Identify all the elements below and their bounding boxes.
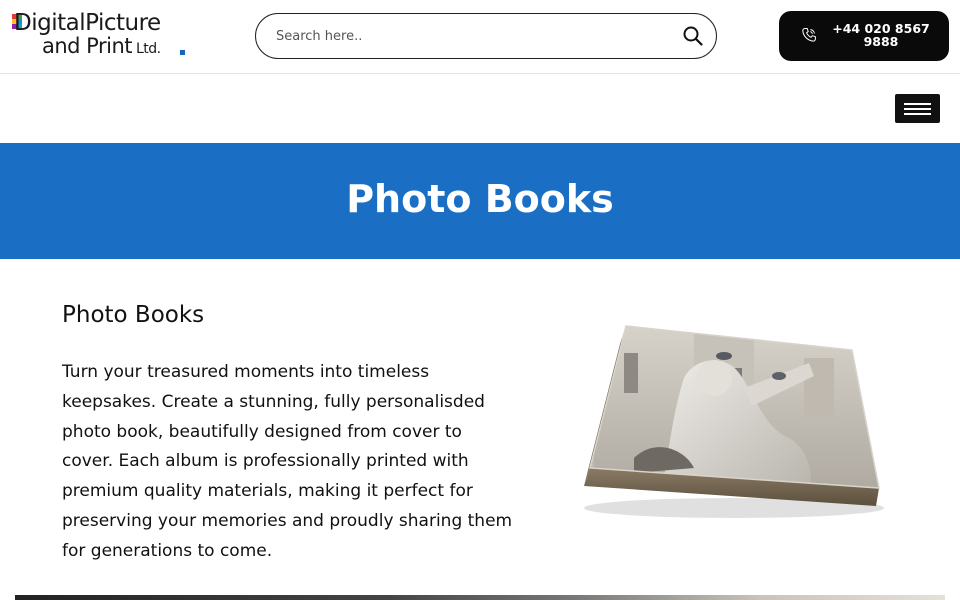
phone-icon (801, 27, 817, 43)
section-heading: Photo Books (62, 302, 205, 328)
gallery-strip (15, 595, 945, 600)
search-bar (255, 13, 717, 59)
search-input[interactable] (276, 24, 666, 48)
site-header: DigitalPicture and PrintLtd. +44 020 856… (0, 0, 960, 74)
photo-book-image (574, 318, 884, 528)
section-description: Turn your treasured moments into timeles… (62, 362, 513, 561)
site-logo[interactable]: DigitalPicture and Print Ltd. (12, 10, 192, 64)
hamburger-icon[interactable] (895, 94, 940, 123)
logo-line-1: DigitalPicture (14, 10, 161, 36)
page-title: Photo Books (346, 177, 614, 221)
logo-line-2-text: and Print (42, 34, 133, 58)
phone-number: +44 020 8567 9888 (832, 21, 930, 49)
logo-ltd: Ltd. (136, 41, 161, 57)
search-icon[interactable] (682, 25, 704, 47)
nav-bar (0, 74, 960, 143)
logo-dot (180, 50, 185, 55)
logo-line-2: and Print Ltd. (42, 34, 161, 58)
phone-button[interactable]: +44 020 8567 9888 (779, 11, 949, 61)
page-banner: Photo Books (0, 143, 960, 259)
